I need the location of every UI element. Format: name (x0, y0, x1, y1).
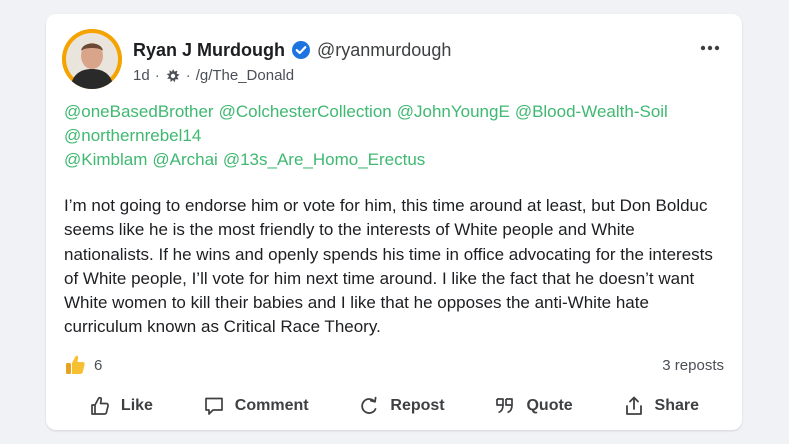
thumbs-up-icon (91, 396, 109, 415)
action-bar: Like Comment Repost Quote Share (46, 391, 742, 421)
author-name[interactable]: Ryan J Murdough (133, 38, 285, 62)
repost-icon (361, 396, 377, 414)
group-link[interactable]: /g/The_Donald (196, 66, 294, 86)
share-label: Share (654, 397, 700, 414)
meta-separator: · (185, 67, 191, 84)
meta-separator: · (154, 67, 160, 84)
post-stats: 6 3 reposts (64, 353, 724, 377)
post-mentions: @oneBasedBrother @ColchesterCollection @Jo… (64, 100, 724, 172)
quote-button[interactable]: Quote (494, 395, 573, 417)
mention-link[interactable]: @Kimblam (64, 150, 147, 169)
mention-link[interactable]: @northernrebel14 (64, 126, 201, 145)
verified-badge-icon (291, 40, 311, 60)
mentions-line-3: @Kimblam @Archai @13s_Are_Homo_Erectus (64, 148, 724, 172)
author-handle[interactable]: @ryanmurdough (317, 38, 451, 62)
post-meta: 1d · · /g/The_Donald (133, 66, 294, 86)
repost-label: Repost (390, 397, 445, 414)
like-label: Like (120, 397, 153, 414)
like-button[interactable]: Like (89, 395, 153, 417)
quote-label: Quote (526, 397, 573, 414)
mentions-line-1: @oneBasedBrother @ColchesterCollection @Jo… (64, 100, 724, 124)
mention-link[interactable]: @13s_Are_Homo_Erectus (223, 150, 425, 169)
avatar[interactable] (62, 29, 122, 89)
comment-button[interactable]: Comment (203, 395, 309, 417)
post-age[interactable]: 1d (133, 66, 150, 86)
mention-link[interactable]: @Blood-Wealth-Soil (515, 102, 668, 121)
author-header: Ryan J Murdough @ryanmurdough (133, 38, 451, 62)
reposts-count[interactable]: 3 reposts (662, 357, 724, 374)
post-card: Ryan J Murdough @ryanmurdough 1d · · /g/… (46, 14, 742, 430)
mention-link[interactable]: @JohnYoungE (397, 102, 510, 121)
group-icon (165, 68, 181, 84)
comment-icon (204, 397, 223, 415)
more-options-icon[interactable] (698, 40, 722, 56)
avatar-photo (62, 29, 122, 89)
share-button[interactable]: Share (623, 395, 699, 417)
quote-icon (496, 398, 514, 414)
thumbs-up-emoji-icon (64, 354, 86, 376)
like-count: 6 (94, 356, 103, 374)
mentions-line-2: @northernrebel14 (64, 124, 724, 148)
mention-link[interactable]: @oneBasedBrother (64, 102, 214, 121)
post-body: I’m not going to endorse him or vote for… (64, 196, 713, 337)
mention-link[interactable]: @Archai (152, 150, 217, 169)
reaction-summary[interactable]: 6 (64, 354, 102, 376)
mention-link[interactable]: @ColchesterCollection (219, 102, 392, 121)
comment-label: Comment (234, 397, 309, 414)
share-icon (625, 396, 642, 415)
repost-button[interactable]: Repost (358, 395, 445, 417)
